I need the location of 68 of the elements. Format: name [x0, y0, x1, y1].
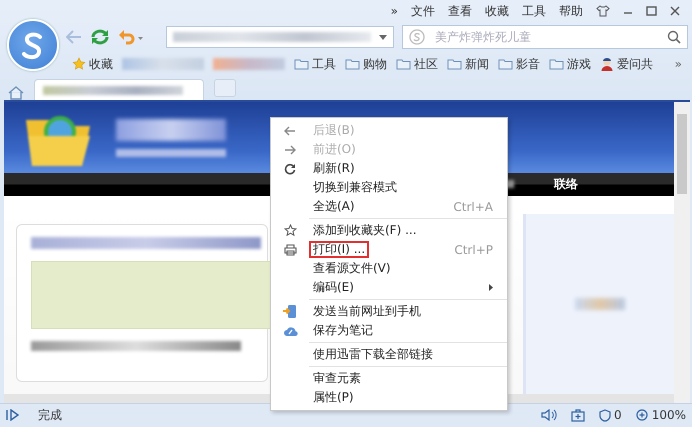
- menu-item[interactable]: 文件: [411, 2, 435, 20]
- bookmark-folder[interactable]: 社区: [396, 56, 438, 72]
- folder-icon: [345, 58, 360, 70]
- menu-item[interactable]: 切换到兼容模式: [271, 178, 507, 197]
- person-icon: [600, 56, 614, 72]
- browser-tab[interactable]: [34, 79, 204, 100]
- menu-item[interactable]: 打印(I) ... Ctrl+P: [271, 240, 507, 259]
- menu-item[interactable]: 工具: [522, 2, 546, 20]
- status-text: 完成: [38, 406, 62, 424]
- nav-item[interactable]: 联络: [554, 176, 578, 193]
- menu-item[interactable]: 编码(E): [271, 278, 507, 297]
- menu-item[interactable]: 帮助: [559, 2, 583, 20]
- bookmark-folder[interactable]: 影音: [498, 56, 540, 72]
- forward-arrow-icon: [284, 144, 296, 154]
- menu-item[interactable]: 使用迅雷下载全部链接: [271, 345, 507, 364]
- menu-item[interactable]: 查看源文件(V): [271, 259, 507, 278]
- menu-item[interactable]: 添加到收藏夹(F) ...: [271, 221, 507, 240]
- menu-item[interactable]: 查看: [448, 2, 472, 20]
- ad-block-counter[interactable]: 0: [599, 408, 622, 422]
- address-field[interactable]: [166, 26, 394, 48]
- phone-icon: [283, 304, 297, 319]
- folder-icon: [498, 58, 513, 70]
- bookmark-folder[interactable]: 新闻: [447, 56, 489, 72]
- search-bar[interactable]: 美产炸弹炸死儿童: [402, 25, 688, 49]
- bookmark-item[interactable]: 收藏: [72, 56, 113, 72]
- maximize-icon[interactable]: [646, 6, 657, 16]
- toolbox-icon[interactable]: [571, 408, 586, 422]
- menu-item[interactable]: 属性(P): [271, 388, 507, 407]
- menu-item[interactable]: 收藏: [485, 2, 509, 20]
- vertical-scrollbar[interactable]: [674, 102, 690, 403]
- bookmark-item[interactable]: 爱问共: [600, 56, 653, 72]
- speaker-icon[interactable]: [541, 409, 558, 421]
- menu-item[interactable]: 保存为笔记: [271, 321, 507, 340]
- bookmark-folder[interactable]: 游戏: [549, 56, 591, 72]
- blurred-image: [575, 298, 625, 310]
- bookmark-folder[interactable]: 购物: [345, 56, 387, 72]
- menu-item[interactable]: 审查元素: [271, 369, 507, 388]
- star-icon: [284, 224, 296, 237]
- folder-icon: [294, 58, 309, 70]
- zoom-level[interactable]: 100%: [636, 408, 686, 422]
- search-engine-icon: [409, 29, 425, 45]
- close-icon[interactable]: [670, 6, 680, 16]
- cloud-icon: [282, 324, 298, 336]
- refresh-icon[interactable]: [90, 28, 110, 46]
- menu-item[interactable]: 全选(A) Ctrl+A: [271, 197, 507, 216]
- browser-logo[interactable]: [7, 19, 59, 71]
- sidebar-toggle-icon[interactable]: [6, 409, 20, 421]
- home-icon[interactable]: [8, 86, 24, 100]
- back-arrow-icon[interactable]: [66, 30, 82, 44]
- refresh-icon: [284, 162, 296, 174]
- menu-overflow[interactable]: »: [390, 4, 398, 18]
- menu-item[interactable]: 刷新(R): [271, 159, 507, 178]
- shield-icon: [599, 408, 612, 422]
- bookmarks-overflow[interactable]: »: [674, 57, 692, 71]
- search-field[interactable]: 美产炸弹炸死儿童: [433, 29, 659, 45]
- star-icon: [72, 57, 86, 71]
- bookmark-folder[interactable]: 工具: [294, 56, 336, 72]
- back-arrow-icon: [284, 126, 296, 136]
- folder-icon: [447, 58, 462, 70]
- undo-arrow-icon[interactable]: [118, 29, 144, 45]
- menu-item[interactable]: 发送当前网址到手机: [271, 302, 507, 321]
- zoom-in-icon: [636, 408, 649, 422]
- folder-icon: [549, 58, 564, 70]
- folder-icon: [396, 58, 411, 70]
- search-icon[interactable]: [667, 30, 681, 44]
- shirt-icon[interactable]: [596, 5, 610, 17]
- printer-icon: [284, 244, 296, 256]
- dropdown-caret-icon[interactable]: [379, 34, 387, 40]
